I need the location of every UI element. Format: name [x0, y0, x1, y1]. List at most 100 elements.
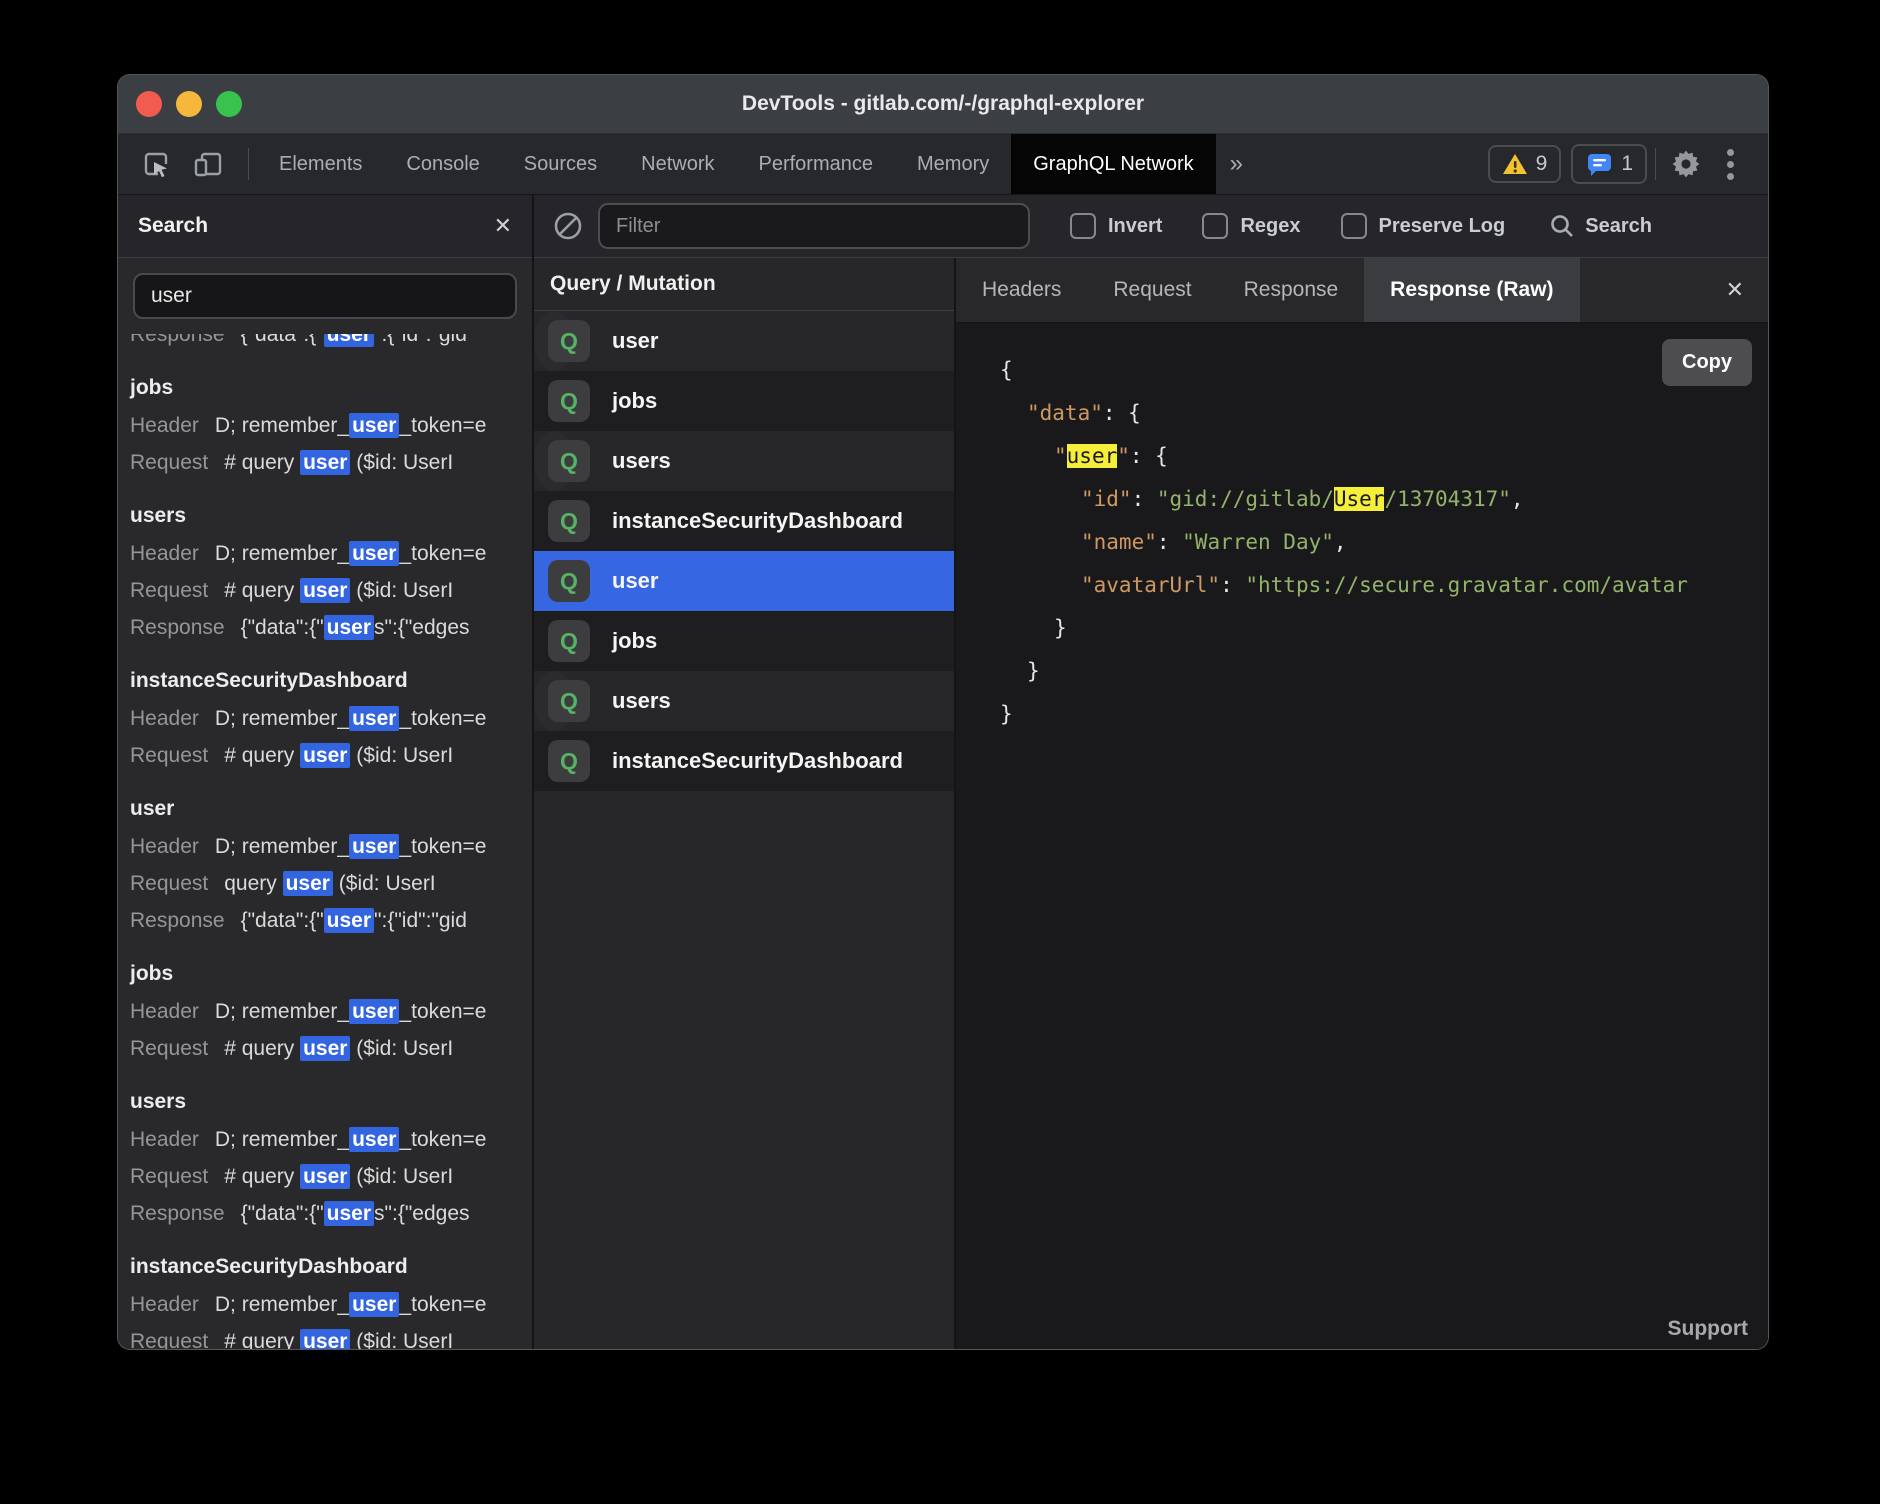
- query-list-item-jobs[interactable]: Qjobs: [534, 611, 954, 671]
- detail-tab-response[interactable]: Response: [1218, 258, 1365, 322]
- json-token: :: [1157, 530, 1182, 554]
- search-result-group: instanceSecurityDashboardHeaderD; rememb…: [130, 662, 532, 774]
- checkbox-box[interactable]: [1202, 213, 1228, 239]
- detail-tab-response-raw[interactable]: Response (Raw): [1364, 258, 1579, 322]
- query-list-item-instanceSecurityDashboard[interactable]: QinstanceSecurityDashboard: [534, 731, 954, 791]
- search-result-group-title[interactable]: instanceSecurityDashboard: [130, 662, 532, 700]
- device-toolbar-icon[interactable]: [186, 142, 230, 186]
- search-result-row[interactable]: Response{"data":{"users":{"edges: [130, 609, 532, 646]
- tab-network[interactable]: Network: [619, 134, 736, 194]
- query-list-item-label: users: [612, 688, 671, 714]
- tab-graphql-network[interactable]: GraphQL Network: [1011, 134, 1215, 194]
- tab-sources[interactable]: Sources: [502, 134, 619, 194]
- search-result-group: usersHeaderD; remember_user_token=eReque…: [130, 497, 532, 646]
- search-result-text: ($id: UserI: [350, 1330, 453, 1349]
- search-result-text: s":{"edges: [374, 616, 469, 639]
- toolbar-search-button[interactable]: Search: [1549, 213, 1652, 239]
- tab-elements[interactable]: Elements: [257, 134, 384, 194]
- search-result-text: ($id: UserI: [350, 579, 453, 602]
- settings-gear-icon[interactable]: [1664, 142, 1708, 186]
- query-list: QuserQjobsQusersQinstanceSecurityDashboa…: [534, 311, 954, 791]
- checkbox-preserve-log[interactable]: Preserve Log: [1341, 213, 1506, 239]
- detail-tab-request[interactable]: Request: [1087, 258, 1217, 322]
- search-match-highlight: user: [324, 334, 374, 347]
- query-list-item-users[interactable]: Qusers: [534, 431, 574, 491]
- detail-close-icon[interactable]: ✕: [1702, 258, 1768, 322]
- json-token: ": [1117, 444, 1130, 468]
- search-result-row[interactable]: HeaderD; remember_user_token=e: [130, 535, 532, 572]
- tab-memory[interactable]: Memory: [895, 134, 1011, 194]
- query-list-item-label: instanceSecurityDashboard: [612, 748, 903, 774]
- search-result-row[interactable]: Request# query user ($id: UserI: [130, 1158, 532, 1195]
- json-token: "name": [1081, 530, 1157, 554]
- search-result-row-label: Response: [130, 1202, 225, 1225]
- inspect-element-icon[interactable]: [134, 142, 178, 186]
- search-results-list: Response{"data":{"user":{"id":"gidjobsHe…: [118, 334, 532, 1349]
- search-result-row-label: Request: [130, 1037, 208, 1060]
- search-result-row[interactable]: Request# query user ($id: UserI: [130, 1030, 532, 1067]
- detail-tab-headers[interactable]: Headers: [956, 258, 1087, 322]
- search-result-group-title[interactable]: instanceSecurityDashboard: [130, 1248, 532, 1286]
- search-result-row[interactable]: HeaderD; remember_user_token=e: [130, 1286, 532, 1323]
- search-result-text: _token=e: [399, 1293, 486, 1316]
- checkbox-regex[interactable]: Regex: [1202, 213, 1300, 239]
- search-result-row[interactable]: Request# query user ($id: UserI: [130, 444, 532, 481]
- query-list-item-jobs[interactable]: Qjobs: [534, 371, 954, 431]
- search-result-group-title[interactable]: users: [130, 1083, 532, 1121]
- search-result-row[interactable]: Response{"data":{"user":{"id":"gid: [130, 902, 532, 939]
- panel-tabs: ElementsConsoleSourcesNetworkPerformance…: [257, 134, 1216, 194]
- search-result-row[interactable]: HeaderD; remember_user_token=e: [130, 407, 532, 444]
- more-tabs-icon[interactable]: »: [1216, 134, 1257, 194]
- checkbox-box[interactable]: [1341, 213, 1367, 239]
- filter-input[interactable]: [598, 203, 1030, 249]
- search-result-row[interactable]: HeaderD; remember_user_token=e: [130, 993, 532, 1030]
- search-result-row[interactable]: HeaderD; remember_user_token=e: [130, 1121, 532, 1158]
- search-result-row[interactable]: Request# query user ($id: UserI: [130, 572, 532, 609]
- query-type-badge: Q: [548, 380, 590, 422]
- checkbox-invert[interactable]: Invert: [1070, 213, 1162, 239]
- query-list-item-users[interactable]: Qusers: [534, 671, 574, 731]
- issues-count: 1: [1621, 152, 1633, 176]
- search-result-group-title[interactable]: jobs: [130, 369, 532, 407]
- search-result-group-title[interactable]: users: [130, 497, 532, 535]
- search-result-group: userHeaderD; remember_user_token=eReques…: [130, 790, 532, 939]
- search-input[interactable]: [133, 273, 517, 319]
- json-line: }: [1000, 607, 1768, 650]
- search-result-row-label: Request: [130, 1330, 208, 1349]
- tab-performance[interactable]: Performance: [737, 134, 896, 194]
- query-list-item-label: jobs: [612, 628, 657, 654]
- more-options-kebab-icon[interactable]: [1708, 142, 1752, 186]
- search-result-row[interactable]: Response{"data":{"user":{"id":"gid: [130, 334, 532, 353]
- checkbox-box[interactable]: [1070, 213, 1096, 239]
- issues-badge[interactable]: 1: [1571, 144, 1647, 184]
- query-list-item-instanceSecurityDashboard[interactable]: QinstanceSecurityDashboard: [534, 491, 954, 551]
- query-list-item-user[interactable]: Quser: [534, 311, 574, 371]
- search-match-highlight: user: [300, 450, 350, 475]
- search-result-group-title[interactable]: user: [130, 790, 532, 828]
- tabbar-separator: [248, 148, 249, 180]
- support-link[interactable]: Support: [1668, 1317, 1748, 1341]
- search-result-row[interactable]: Request# query user ($id: UserI: [130, 737, 532, 774]
- warning-icon: [1502, 152, 1528, 176]
- search-result-row[interactable]: HeaderD; remember_user_token=e: [130, 700, 532, 737]
- search-panel-close-icon[interactable]: ✕: [494, 213, 512, 239]
- warnings-badge[interactable]: 9: [1488, 145, 1562, 183]
- network-toolbar: Invert Regex Preserve Log Search: [534, 195, 1768, 258]
- query-list-item-label: user: [612, 328, 658, 354]
- json-token: {: [1000, 358, 1013, 382]
- json-line: "id": "gid://gitlab/User/13704317",: [1000, 478, 1768, 521]
- tab-console[interactable]: Console: [384, 134, 501, 194]
- copy-button[interactable]: Copy: [1662, 339, 1752, 386]
- search-result-row-label: Request: [130, 451, 208, 474]
- query-list-item-user[interactable]: Quser: [534, 551, 954, 611]
- search-result-row[interactable]: Request# query user ($id: UserI: [130, 1323, 532, 1349]
- clear-icon[interactable]: [552, 210, 584, 242]
- devtools-body: Search ✕ Response{"data":{"user":{"id":"…: [118, 195, 1768, 1349]
- search-result-row[interactable]: HeaderD; remember_user_token=e: [130, 828, 532, 865]
- search-result-row[interactable]: Response{"data":{"users":{"edges: [130, 1195, 532, 1232]
- search-result-text: _token=e: [399, 542, 486, 565]
- tabbar-right: 9 1: [1478, 134, 1768, 194]
- search-result-group-title[interactable]: jobs: [130, 955, 532, 993]
- search-result-row[interactable]: Requestquery user ($id: UserI: [130, 865, 532, 902]
- json-token: "avatarUrl": [1081, 573, 1220, 597]
